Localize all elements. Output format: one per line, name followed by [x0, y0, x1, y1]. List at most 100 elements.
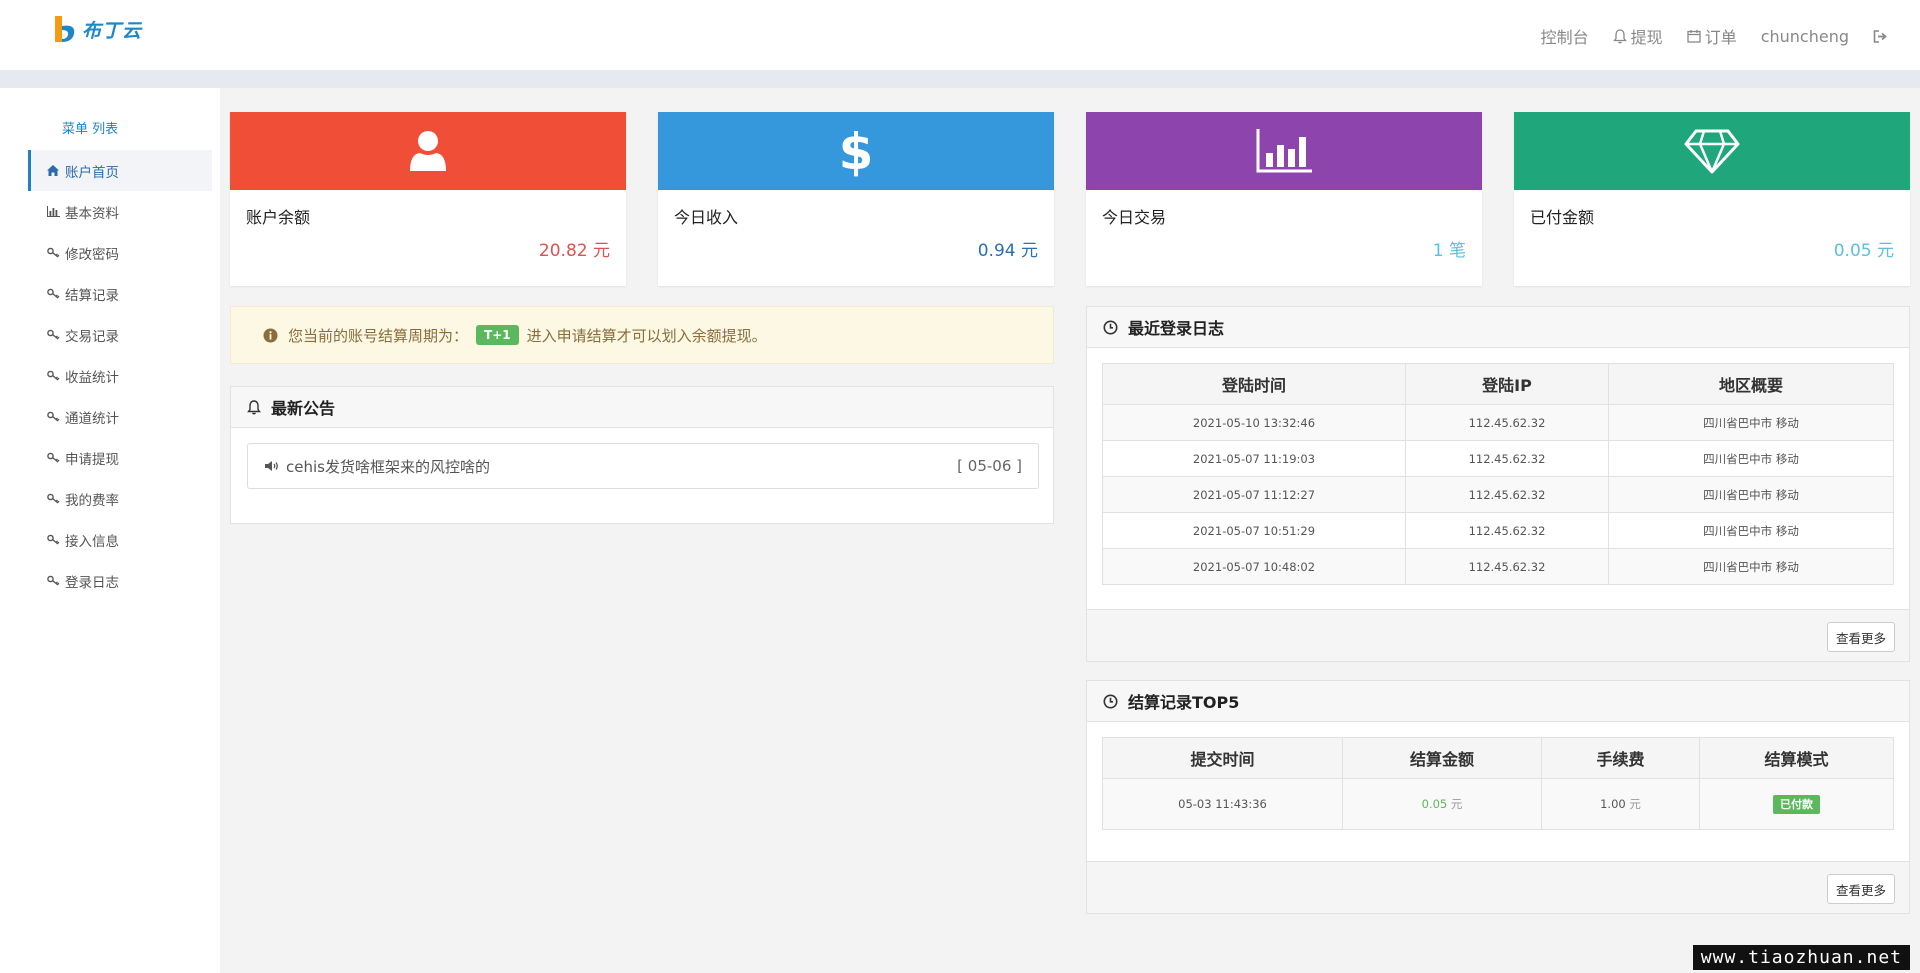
announcement-item[interactable]: cehis发货啥框架来的风控啥的 [ 05-06 ]	[247, 443, 1039, 489]
sidebar-item-label: 结算记录	[65, 287, 119, 304]
card-band	[1086, 112, 1482, 190]
sidebar: 菜单 列表 账户首页 基本资料 修改密码 结算记录 交易记录 收益统计 通道统计…	[0, 88, 220, 973]
login-time-cell: 2021-05-07 10:48:02	[1102, 548, 1406, 585]
card-label: 账户余额	[246, 208, 311, 227]
submit-time-cell: 05-03 11:43:36	[1102, 778, 1343, 830]
clock-icon	[1103, 320, 1118, 334]
user-icon	[410, 131, 446, 171]
top-nav: 控制台 提现 订单 chuncheng	[1517, 24, 1892, 48]
settlement-top5-panel: 结算记录TOP5 提交时间 结算金额 手续费 结算模式 05-03 11:43:…	[1086, 680, 1910, 914]
bar-chart-icon	[46, 206, 60, 217]
region-cell: 四川省巴中市 移动	[1608, 476, 1894, 513]
settlement-cycle-badge: T+1	[476, 325, 519, 345]
key-icon	[46, 411, 60, 422]
announcement-date: [ 05-06 ]	[957, 457, 1022, 475]
header-divider	[0, 70, 1920, 88]
clock-icon	[1103, 694, 1118, 708]
card-label: 今日收入	[674, 208, 739, 227]
logo-mark-icon	[55, 16, 75, 42]
login-log-panel: 最近登录日志 登陆时间 登陆IP 地区概要 2021-05-10 13:32:4…	[1086, 306, 1910, 662]
sidebar-item-account-home[interactable]: 账户首页	[28, 150, 212, 191]
login-ip-cell: 112.45.62.32	[1405, 548, 1609, 585]
table-row: 2021-05-07 10:51:29 112.45.62.32 四川省巴中市 …	[1102, 512, 1894, 549]
column-header: 提交时间	[1102, 737, 1343, 779]
region-cell: 四川省巴中市 移动	[1608, 548, 1894, 585]
sidebar-item-channel-stats[interactable]: 通道统计	[28, 396, 212, 437]
key-icon	[46, 247, 60, 258]
table-row: 2021-05-07 11:12:27 112.45.62.32 四川省巴中市 …	[1102, 476, 1894, 513]
region-cell: 四川省巴中市 移动	[1608, 512, 1894, 549]
key-icon	[46, 288, 60, 299]
login-ip-cell: 112.45.62.32	[1405, 512, 1609, 549]
sidebar-item-login-log[interactable]: 登录日志	[28, 560, 212, 601]
column-header: 手续费	[1541, 737, 1700, 779]
stat-card-balance: 账户余额 20.82 元	[230, 112, 626, 286]
sidebar-title: 菜单 列表	[62, 122, 119, 137]
panel-header: 最新公告	[231, 387, 1053, 428]
nav-orders-label: 订单	[1704, 28, 1737, 47]
panel-header: 最近登录日志	[1087, 307, 1909, 348]
panel-title: 结算记录TOP5	[1128, 693, 1240, 712]
panel-title: 最新公告	[271, 399, 336, 418]
stat-card-today-trades: 今日交易 1 笔	[1086, 112, 1482, 286]
sidebar-item-settlement-records[interactable]: 结算记录	[28, 273, 212, 314]
key-icon	[46, 329, 60, 340]
key-icon	[46, 452, 60, 463]
sidebar-item-transaction-records[interactable]: 交易记录	[28, 314, 212, 355]
table-row: 2021-05-10 13:32:46 112.45.62.32 四川省巴中市 …	[1102, 404, 1894, 441]
sidebar-item-income-stats[interactable]: 收益统计	[28, 355, 212, 396]
sidebar-item-label: 登录日志	[65, 574, 119, 591]
nav-withdraw-link[interactable]: 提现	[1612, 24, 1663, 48]
column-header: 登陆IP	[1405, 363, 1609, 405]
table-header-row: 登陆时间 登陆IP 地区概要	[1102, 363, 1894, 405]
panel-footer: 查看更多	[1087, 609, 1909, 661]
notice-suffix: 进入申请结算才可以划入余额提现。	[526, 326, 767, 345]
announcement-text: cehis发货啥框架来的风控啥的	[286, 457, 490, 476]
logout-button[interactable]	[1873, 29, 1892, 43]
settlement-more-button[interactable]: 查看更多	[1826, 874, 1895, 904]
login-time-cell: 2021-05-07 11:19:03	[1102, 440, 1406, 477]
fee-value: 1.00	[1600, 797, 1626, 811]
nav-orders-link[interactable]: 订单	[1687, 24, 1737, 48]
region-cell: 四川省巴中市 移动	[1608, 404, 1894, 441]
card-label: 今日交易	[1102, 208, 1167, 227]
amount-value: 0.05	[1421, 797, 1448, 811]
table-header-row: 提交时间 结算金额 手续费 结算模式	[1102, 737, 1894, 779]
home-icon	[46, 165, 60, 176]
sidebar-item-label: 基本资料	[65, 205, 119, 222]
login-ip-cell: 112.45.62.32	[1405, 404, 1609, 441]
key-icon	[46, 493, 60, 504]
bell-icon	[1612, 28, 1627, 43]
column-header: 结算模式	[1699, 737, 1894, 779]
mode-cell: 已付款	[1699, 778, 1894, 830]
column-header: 登陆时间	[1102, 363, 1406, 405]
volume-icon	[265, 461, 278, 471]
top-header: 布丁云 控制台 提现 订单 chuncheng	[0, 0, 1920, 70]
card-value: 20.82 元	[538, 241, 610, 261]
login-log-table: 登陆时间 登陆IP 地区概要 2021-05-10 13:32:46 112.4…	[1102, 363, 1894, 585]
card-band	[1514, 112, 1910, 190]
card-band: $	[658, 112, 1054, 190]
nav-username[interactable]: chuncheng	[1761, 27, 1849, 46]
sidebar-item-profile[interactable]: 基本资料	[28, 191, 212, 232]
announcements-panel: 最新公告 cehis发货啥框架来的风控啥的 [ 05-06 ]	[230, 386, 1054, 524]
sidebar-item-label: 收益统计	[65, 369, 119, 386]
key-icon	[46, 575, 60, 586]
sidebar-item-label: 账户首页	[65, 164, 119, 181]
status-badge: 已付款	[1773, 795, 1820, 814]
nav-console-link[interactable]: 控制台	[1541, 24, 1589, 48]
sidebar-item-change-password[interactable]: 修改密码	[28, 232, 212, 273]
login-log-more-button[interactable]: 查看更多	[1826, 622, 1895, 652]
brand-logo[interactable]: 布丁云	[52, 12, 152, 46]
panel-footer: 查看更多	[1087, 861, 1909, 913]
notice-prefix: 您当前的账号结算周期为：	[288, 326, 469, 345]
sidebar-item-my-rates[interactable]: 我的费率	[28, 478, 212, 519]
sidebar-item-access-info[interactable]: 接入信息	[28, 519, 212, 560]
sidebar-item-apply-withdraw[interactable]: 申请提现	[28, 437, 212, 478]
watermark: www.tiaozhuan.net	[1692, 945, 1910, 970]
nav-withdraw-label: 提现	[1630, 28, 1663, 47]
region-cell: 四川省巴中市 移动	[1608, 440, 1894, 477]
card-band	[230, 112, 626, 190]
sidebar-item-label: 交易记录	[65, 328, 119, 345]
nav-console-label: 控制台	[1540, 28, 1589, 47]
